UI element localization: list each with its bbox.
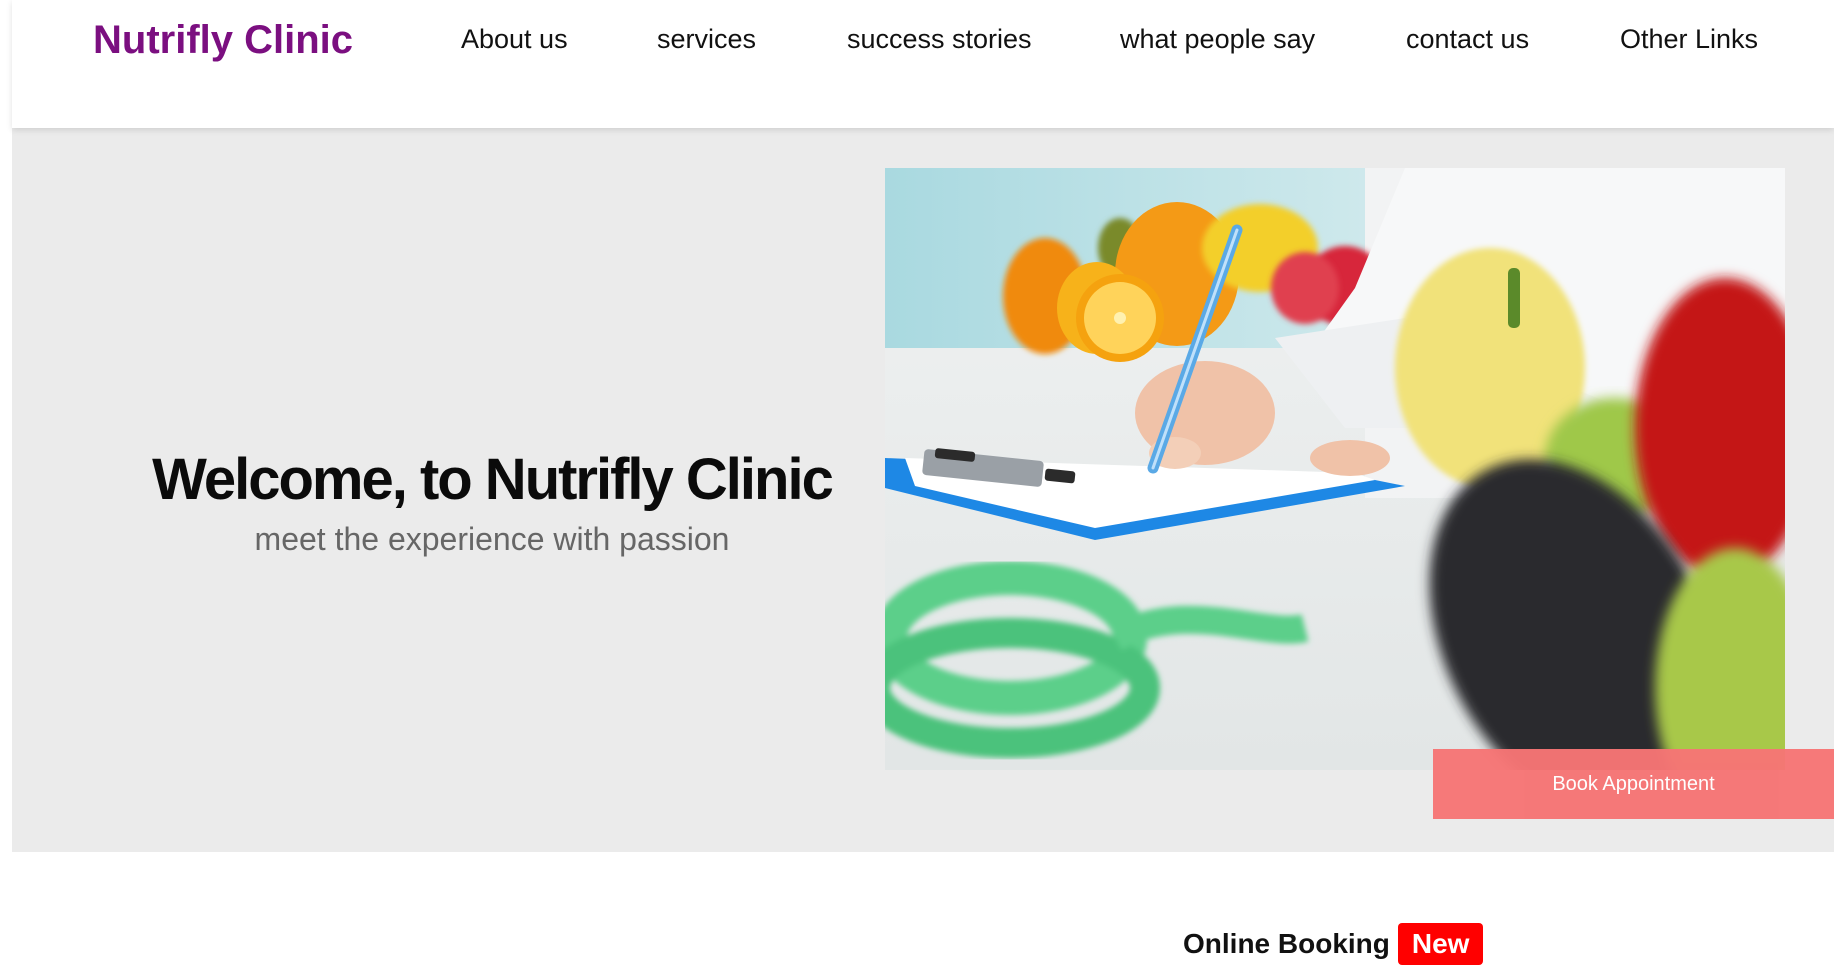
nav-about-us[interactable]: About us <box>461 24 568 55</box>
nav-what-people-say[interactable]: what people say <box>1120 24 1315 55</box>
nav-other-links[interactable]: Other Links <box>1620 24 1758 55</box>
nav-success-stories[interactable]: success stories <box>847 24 1032 55</box>
nav-services[interactable]: services <box>657 24 756 55</box>
site-header: Nutrifly Clinic About us services succes… <box>12 0 1834 128</box>
main-nav: About us services success stories what p… <box>12 24 1834 64</box>
nav-contact-us[interactable]: contact us <box>1406 24 1529 55</box>
hero-text: Welcome, to Nutrifly Clinic meet the exp… <box>112 446 872 558</box>
online-booking-notice: Online Booking New <box>1183 919 1484 969</box>
new-badge: New <box>1397 923 1484 965</box>
hero-title: Welcome, to Nutrifly Clinic <box>152 447 834 512</box>
nutritionist-illustration <box>885 168 1785 770</box>
hero-section: Welcome, to Nutrifly Clinic meet the exp… <box>12 128 1834 965</box>
hero-subtitle: meet the experience with passion <box>254 521 730 557</box>
book-appointment-button[interactable]: Book Appointment <box>1433 749 1834 819</box>
hero-image <box>885 168 1785 770</box>
online-booking-label: Online Booking <box>1183 928 1390 959</box>
